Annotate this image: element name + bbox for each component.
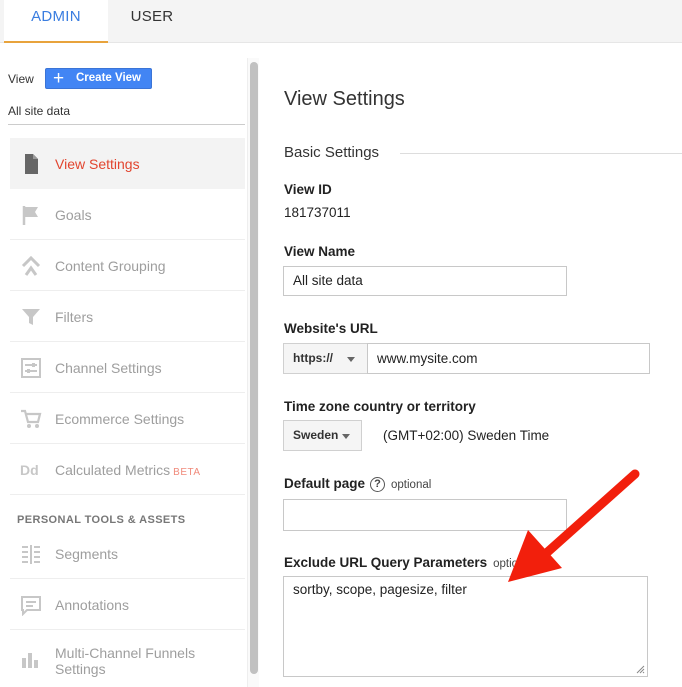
- page-title: View Settings: [284, 88, 405, 110]
- nav-label: Content Grouping: [55, 258, 166, 274]
- tab-admin[interactable]: ADMIN: [4, 0, 108, 43]
- exclude-params-value: sortby, scope, pagesize, filter: [293, 582, 467, 597]
- personal-tools-nav: Segments Annotations Multi-Channel Funne…: [10, 528, 245, 681]
- default-page-label: Default page? optional: [284, 476, 432, 492]
- exclude-params-label: Exclude URL Query Parameters optio: [284, 555, 519, 570]
- nav-item-content-grouping[interactable]: Content Grouping: [10, 240, 245, 291]
- calculated-metrics-icon: Dd: [20, 462, 39, 478]
- timezone-label: Time zone country or territory: [284, 399, 476, 414]
- timezone-country-dropdown[interactable]: Sweden: [283, 420, 362, 451]
- website-url-input[interactable]: www.mysite.com: [367, 343, 650, 374]
- view-name-label: View Name: [284, 244, 356, 259]
- nav-label: Ecommerce Settings: [55, 411, 185, 427]
- nav-label: Multi-Channel Funnels Settings: [55, 645, 196, 677]
- nav-item-filters[interactable]: Filters: [10, 291, 245, 342]
- default-page-input[interactable]: [283, 499, 567, 531]
- content-grouping-icon: [21, 255, 41, 276]
- nav-item-segments[interactable]: Segments: [10, 528, 245, 579]
- personal-tools-header: PERSONAL TOOLS & ASSETS: [17, 514, 186, 526]
- current-view-name[interactable]: All site data: [8, 104, 70, 118]
- timezone-value[interactable]: (GMT+02:00) Sweden Time: [383, 428, 549, 443]
- nav-item-channel-settings[interactable]: Channel Settings: [10, 342, 245, 393]
- optional-label: optio: [493, 558, 519, 570]
- svg-text:Dd: Dd: [20, 462, 39, 478]
- divider: [8, 124, 245, 125]
- nav-item-annotations[interactable]: Annotations: [10, 579, 245, 630]
- nav-label: View Settings: [55, 156, 140, 172]
- section-divider: [400, 153, 682, 154]
- cart-icon: [21, 409, 42, 428]
- timezone-country-value: Sweden: [293, 428, 339, 442]
- nav-item-calculated-metrics[interactable]: Dd Calculated Metrics BETA: [10, 444, 245, 495]
- nav-item-view-settings[interactable]: View Settings: [10, 138, 245, 189]
- nav-label: Segments: [55, 546, 119, 562]
- beta-badge: BETA: [173, 467, 201, 478]
- view-nav: View Settings Goals Content Grouping Fil…: [10, 138, 245, 495]
- view-label: View: [8, 72, 34, 86]
- nav-item-multi-channel-funnels[interactable]: Multi-Channel Funnels Settings: [10, 630, 245, 681]
- nav-item-ecommerce-settings[interactable]: Ecommerce Settings: [10, 393, 245, 444]
- view-settings-panel: View Settings Basic Settings View ID 181…: [262, 44, 682, 687]
- exclude-params-textarea[interactable]: sortby, scope, pagesize, filter: [283, 576, 648, 677]
- tab-user[interactable]: USER: [110, 0, 194, 43]
- annotations-icon: [21, 596, 41, 616]
- nav-label: Calculated Metrics BETA: [55, 462, 201, 478]
- protocol-dropdown[interactable]: https://: [283, 343, 368, 374]
- document-icon: [25, 154, 38, 174]
- chevron-down-icon: [347, 357, 355, 362]
- channel-settings-icon: [21, 358, 41, 378]
- flag-icon: [22, 206, 38, 225]
- nav-item-goals[interactable]: Goals: [10, 189, 245, 240]
- nav-label: Filters: [55, 309, 94, 325]
- create-view-button[interactable]: + Create View: [45, 68, 152, 89]
- create-view-label: Create View: [76, 72, 141, 84]
- section-title: Basic Settings: [284, 144, 380, 161]
- bar-chart-icon: [22, 653, 38, 668]
- website-url-label: Website's URL: [284, 321, 378, 336]
- optional-label: optional: [391, 479, 432, 491]
- left-scrollbar-thumb[interactable]: [250, 62, 258, 674]
- nav-label: Annotations: [55, 597, 129, 613]
- segments-icon: [22, 545, 40, 564]
- view-name-input[interactable]: All site data: [283, 266, 567, 296]
- left-panel: View + Create View All site data View Se…: [0, 44, 262, 687]
- top-tab-bar: ADMIN USER: [0, 0, 682, 43]
- view-id-value: 181737011: [284, 205, 351, 220]
- resize-grip-icon[interactable]: [635, 664, 645, 674]
- plus-icon: +: [53, 68, 65, 89]
- help-icon[interactable]: ?: [370, 477, 386, 492]
- protocol-value: https://: [293, 351, 333, 365]
- view-id-label: View ID: [284, 182, 332, 197]
- nav-label: Channel Settings: [55, 360, 162, 376]
- filter-icon: [22, 309, 40, 325]
- nav-label: Goals: [55, 207, 92, 223]
- chevron-down-icon: [342, 434, 350, 439]
